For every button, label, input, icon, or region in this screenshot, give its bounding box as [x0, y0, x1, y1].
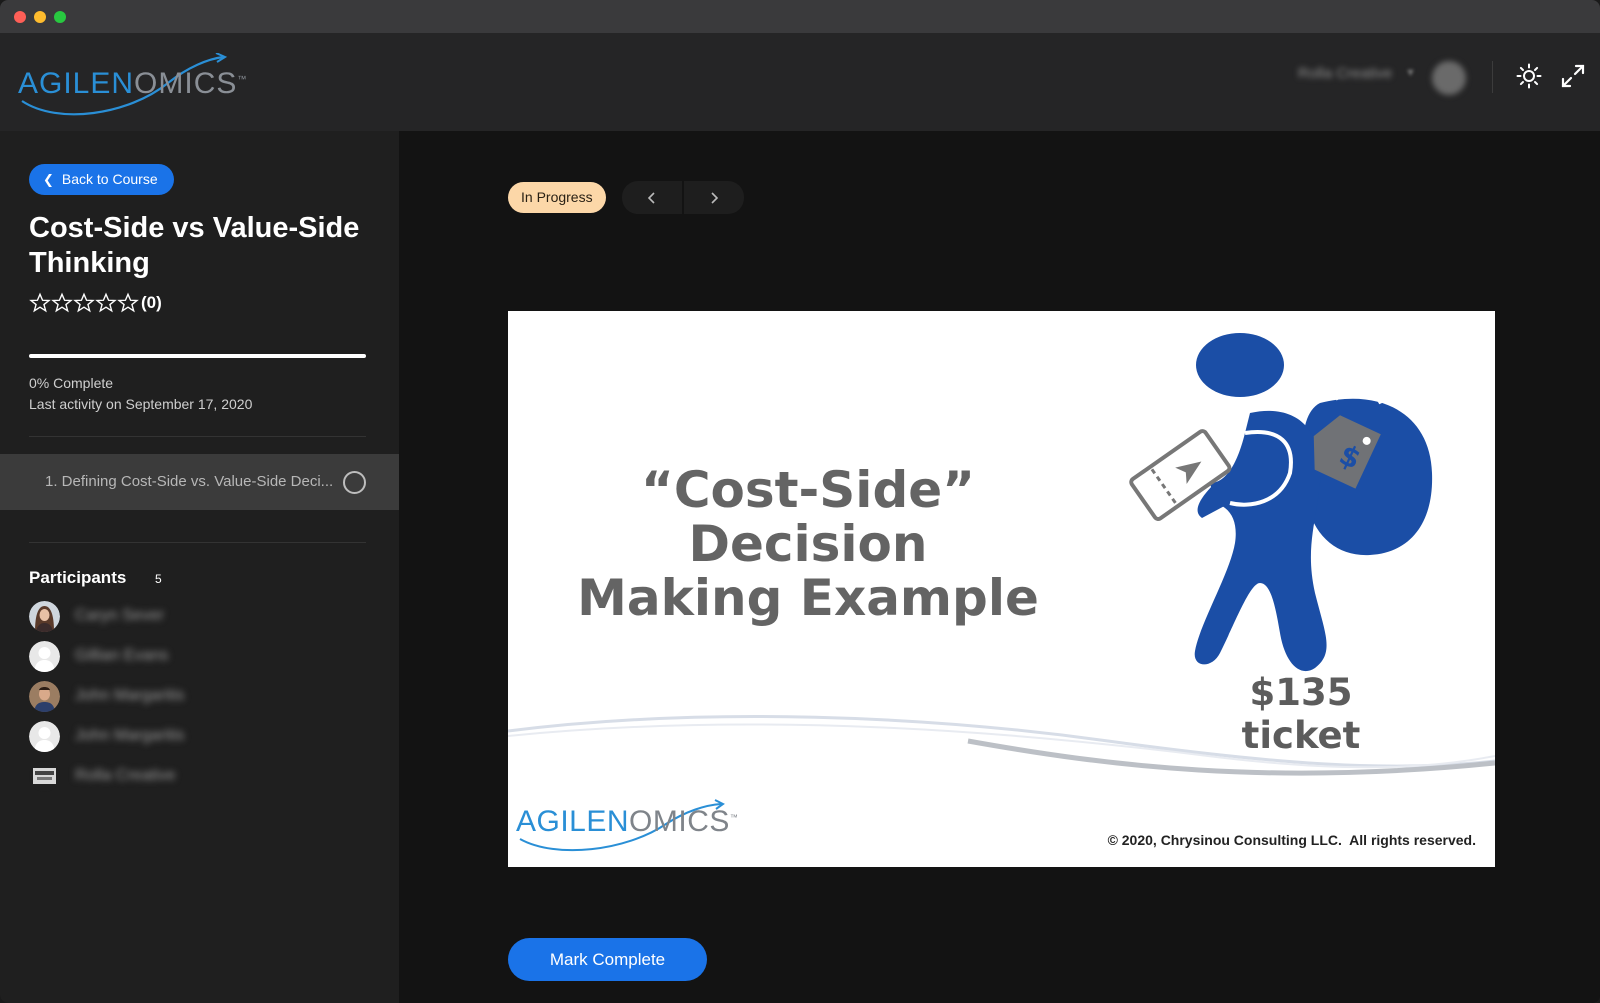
- mark-complete-button[interactable]: Mark Complete: [508, 938, 707, 981]
- header-divider: [1492, 61, 1493, 93]
- participant-item[interactable]: John Margaritis: [29, 681, 369, 713]
- lesson-slide: “Cost-Side” Decision Making Example $ $1…: [508, 311, 1495, 867]
- course-sidebar: ❮ Back to Course Cost-Side vs Value-Side …: [0, 131, 399, 1003]
- chevron-left-icon: ❮: [43, 172, 54, 187]
- status-badge: In Progress: [508, 182, 606, 213]
- percent-complete: 0% Complete: [29, 375, 114, 391]
- rolla-creative-logo-avatar: [29, 761, 60, 792]
- participant-name: Gillian Evans: [75, 647, 169, 664]
- sun-icon[interactable]: [1516, 63, 1542, 89]
- decorative-waves: [508, 715, 1495, 776]
- traveler-figure-icon: $: [1129, 333, 1433, 672]
- participant-item[interactable]: John Margaritis: [29, 721, 369, 753]
- participant-name: Caryn Sever: [75, 607, 164, 624]
- participant-item[interactable]: Gillian Evans: [29, 641, 369, 673]
- default-avatar-icon: [29, 641, 60, 672]
- expand-icon[interactable]: [1560, 63, 1586, 89]
- agilenomics-logo[interactable]: AGILENOMICS™: [18, 53, 246, 119]
- participant-name: John Margaritis: [75, 727, 185, 744]
- top-header: AGILENOMICS™ Rolla Creative ▼: [0, 33, 1600, 131]
- participant-avatar: [29, 601, 60, 632]
- participant-item[interactable]: Caryn Sever: [29, 601, 369, 633]
- lesson-label: 1. Defining Cost-Side vs. Value-Side Dec…: [45, 473, 334, 490]
- chevron-right-icon: [711, 191, 719, 204]
- divider: [29, 436, 366, 437]
- rating-count: (0): [141, 293, 162, 312]
- lesson-navigation: [622, 181, 744, 214]
- back-to-course-button[interactable]: ❮ Back to Course: [29, 164, 174, 195]
- slide-copyright: © 2020, Chrysinou Consulting LLC. All ri…: [1107, 832, 1476, 848]
- lesson-item[interactable]: 1. Defining Cost-Side vs. Value-Side Dec…: [0, 454, 399, 510]
- rating-stars[interactable]: (0): [29, 291, 162, 315]
- default-avatar-icon: [29, 721, 60, 752]
- participants-heading: Participants: [29, 568, 127, 587]
- app-window: AGILENOMICS™ Rolla Creative ▼ ❮ Back to C…: [0, 0, 1600, 1003]
- star-icon[interactable]: [95, 292, 117, 314]
- star-icon[interactable]: [73, 292, 95, 314]
- close-window-button[interactable]: [14, 11, 26, 23]
- lesson-content: In Progress “Cost-Side” Decision Making …: [399, 131, 1600, 1003]
- divider: [29, 542, 366, 543]
- title-bar: [0, 0, 1600, 33]
- lesson-status-circle-icon: [343, 471, 366, 494]
- participant-item[interactable]: Rolla Creative: [29, 761, 369, 793]
- user-name[interactable]: Rolla Creative: [1298, 65, 1392, 82]
- slide-agilenomics-logo: AGILENOMICS™: [516, 799, 739, 855]
- logo-text: AGILENOMICS™: [18, 67, 248, 100]
- participant-name: John Margaritis: [75, 687, 185, 704]
- star-icon[interactable]: [29, 292, 51, 314]
- star-icon[interactable]: [51, 292, 73, 314]
- last-activity: Last activity on September 17, 2020: [29, 396, 253, 412]
- next-lesson-button[interactable]: [684, 181, 744, 214]
- chevron-left-icon: [647, 191, 655, 204]
- participant-avatar: [29, 681, 60, 712]
- slide-title: “Cost-Side” Decision Making Example: [577, 461, 1039, 627]
- participant-name: Rolla Creative: [75, 767, 176, 784]
- chevron-down-icon[interactable]: ▼: [1405, 67, 1416, 79]
- minimize-window-button[interactable]: [34, 11, 46, 23]
- slide-logo-text: AGILENOMICS™: [516, 805, 739, 838]
- star-icon[interactable]: [117, 292, 139, 314]
- course-progress-bar: [29, 354, 366, 358]
- zoom-window-button[interactable]: [54, 11, 66, 23]
- previous-lesson-button[interactable]: [622, 181, 682, 214]
- course-title: Cost-Side vs Value-Side Thinking: [29, 212, 360, 279]
- participants-count: 5: [155, 572, 162, 586]
- user-avatar[interactable]: [1432, 61, 1466, 95]
